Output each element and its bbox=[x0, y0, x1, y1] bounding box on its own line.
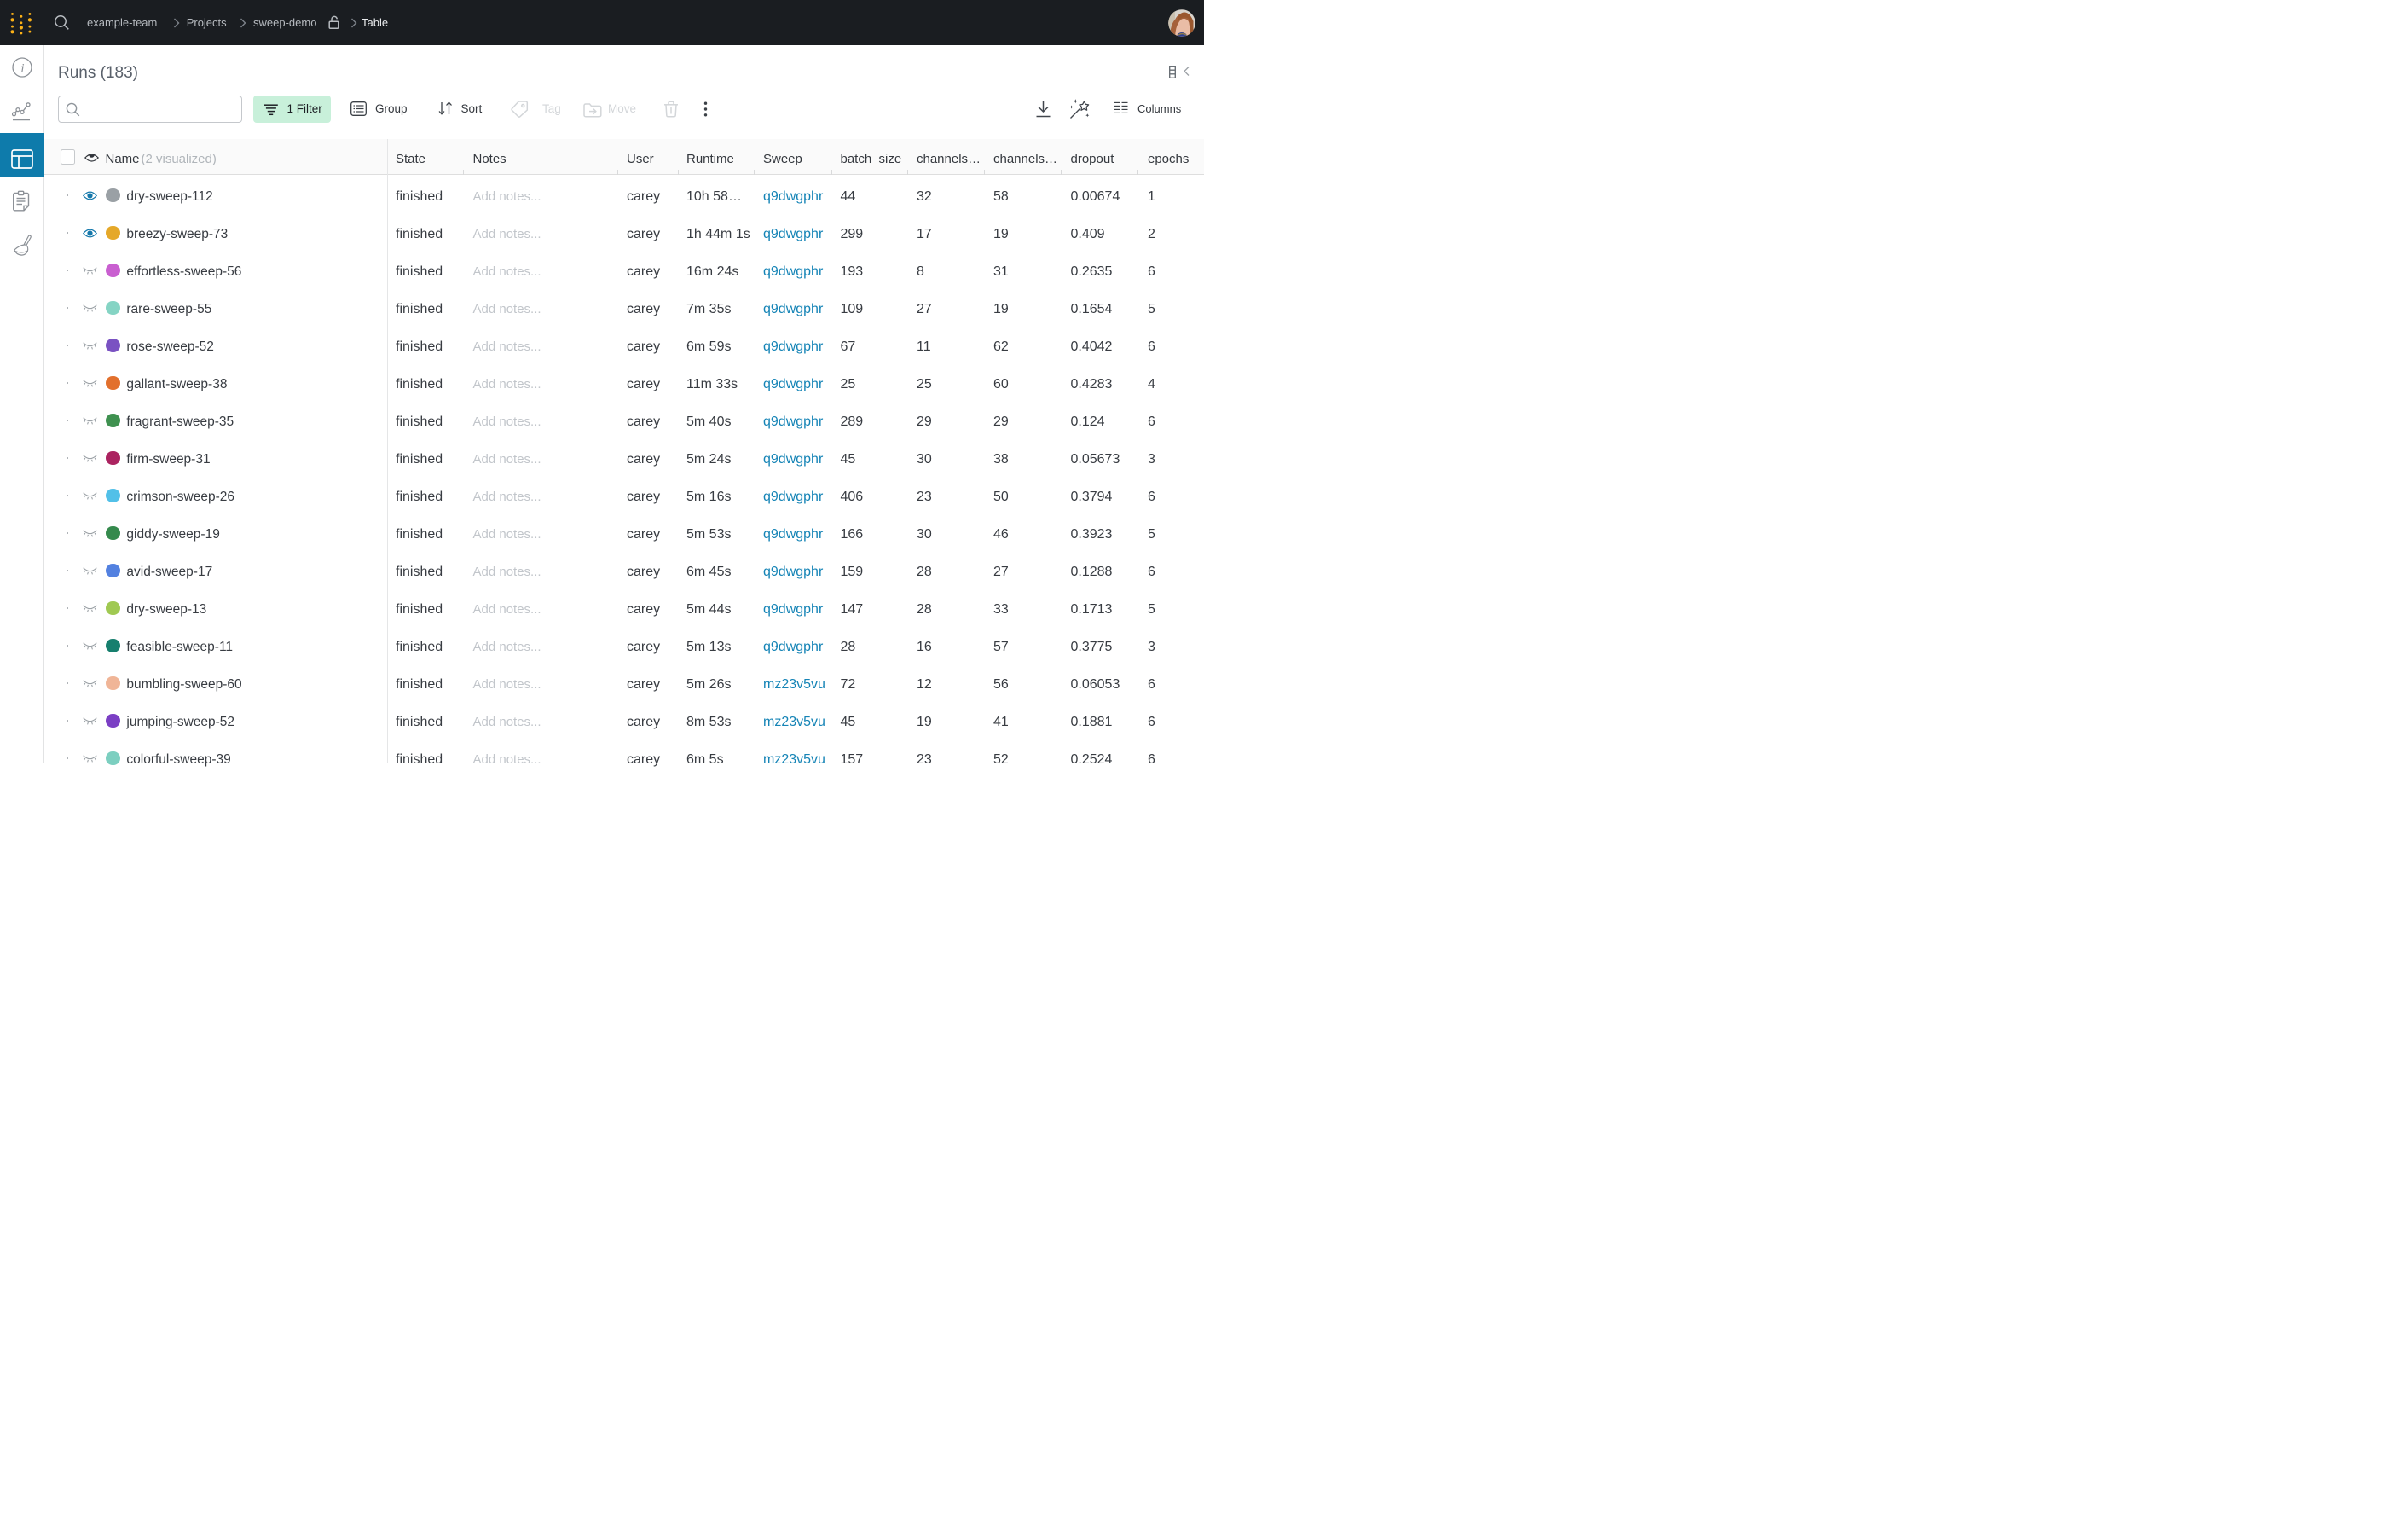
svg-text:i: i bbox=[20, 61, 24, 75]
